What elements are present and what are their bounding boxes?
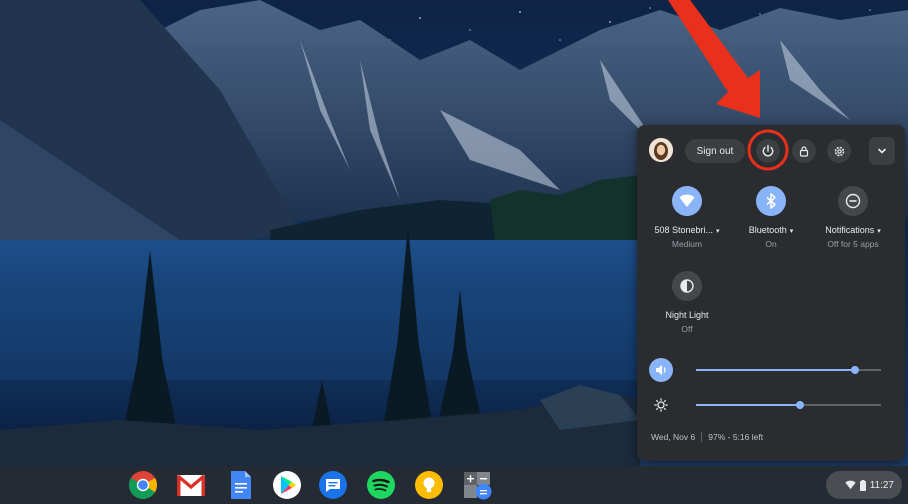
tile-sublabel: Off for 5 apps — [827, 239, 879, 249]
bluetooth-icon[interactable] — [756, 186, 786, 216]
tile-label: Night Light — [665, 310, 709, 320]
battery-icon — [859, 479, 866, 491]
lock-button[interactable] — [792, 139, 816, 163]
volume-slider-thumb[interactable] — [851, 366, 860, 374]
brightness-icon — [649, 393, 673, 417]
chevron-down-icon — [878, 148, 886, 154]
tile-sublabel: Medium — [671, 239, 703, 249]
quick-settings-panel: Sign out 508 Stonebri... ▾ Medium Blueto… — [637, 125, 905, 461]
tile-notifications[interactable]: Notifications ▾ Off for 5 apps — [813, 186, 893, 249]
sign-out-button[interactable]: Sign out — [685, 139, 745, 163]
brightness-slider-thumb[interactable] — [795, 401, 804, 409]
shelf: 11:27 — [0, 466, 908, 504]
brightness-slider-fill — [696, 404, 800, 406]
tile-label: Notifications ▾ — [825, 225, 881, 235]
power-button[interactable] — [756, 139, 780, 163]
power-icon — [762, 144, 774, 157]
wifi-icon — [845, 480, 856, 490]
collapse-button[interactable] — [869, 137, 895, 165]
volume-slider-fill — [696, 369, 856, 371]
tile-bluetooth[interactable]: Bluetooth ▾ On — [731, 186, 811, 249]
quick-settings-footer: Wed, Nov 6 97% - 5:16 left — [651, 432, 763, 442]
volume-icon — [655, 365, 666, 375]
messages-icon[interactable] — [318, 470, 348, 500]
gear-icon — [834, 146, 844, 156]
status-tray[interactable]: 11:27 — [826, 471, 902, 499]
settings-button[interactable] — [827, 139, 851, 163]
chrome-icon[interactable] — [128, 470, 158, 500]
night-light-icon[interactable] — [672, 271, 702, 301]
tile-sublabel: On — [765, 239, 777, 249]
tile-sublabel: Off — [681, 324, 693, 334]
tile-wifi[interactable]: 508 Stonebri... ▾ Medium — [647, 186, 727, 249]
do-not-disturb-icon[interactable] — [838, 186, 868, 216]
volume-slider-row — [649, 358, 893, 382]
brightness-slider[interactable] — [696, 401, 881, 409]
clock: 11:27 — [869, 479, 894, 491]
gmail-icon[interactable] — [176, 470, 206, 500]
tile-label: 508 Stonebri... ▾ — [654, 225, 720, 235]
lock-icon — [799, 146, 809, 157]
divider — [701, 432, 703, 442]
tile-label: Bluetooth ▾ — [748, 225, 794, 235]
keep-icon[interactable] — [414, 470, 444, 500]
tile-night-light[interactable]: Night Light Off — [647, 271, 727, 334]
battery-status[interactable]: 97% - 5:16 left — [708, 432, 763, 442]
wifi-icon[interactable] — [672, 186, 702, 216]
brightness-slider-row — [649, 393, 893, 417]
volume-slider[interactable] — [696, 366, 881, 374]
spotify-icon[interactable] — [366, 470, 396, 500]
quick-settings-header: Sign out — [637, 125, 905, 177]
volume-button[interactable] — [649, 358, 673, 382]
date-label[interactable]: Wed, Nov 6 — [651, 432, 695, 442]
play-store-icon[interactable] — [272, 470, 302, 500]
avatar[interactable] — [649, 138, 673, 162]
docs-icon[interactable] — [226, 470, 256, 500]
calculator-icon[interactable] — [462, 470, 492, 500]
